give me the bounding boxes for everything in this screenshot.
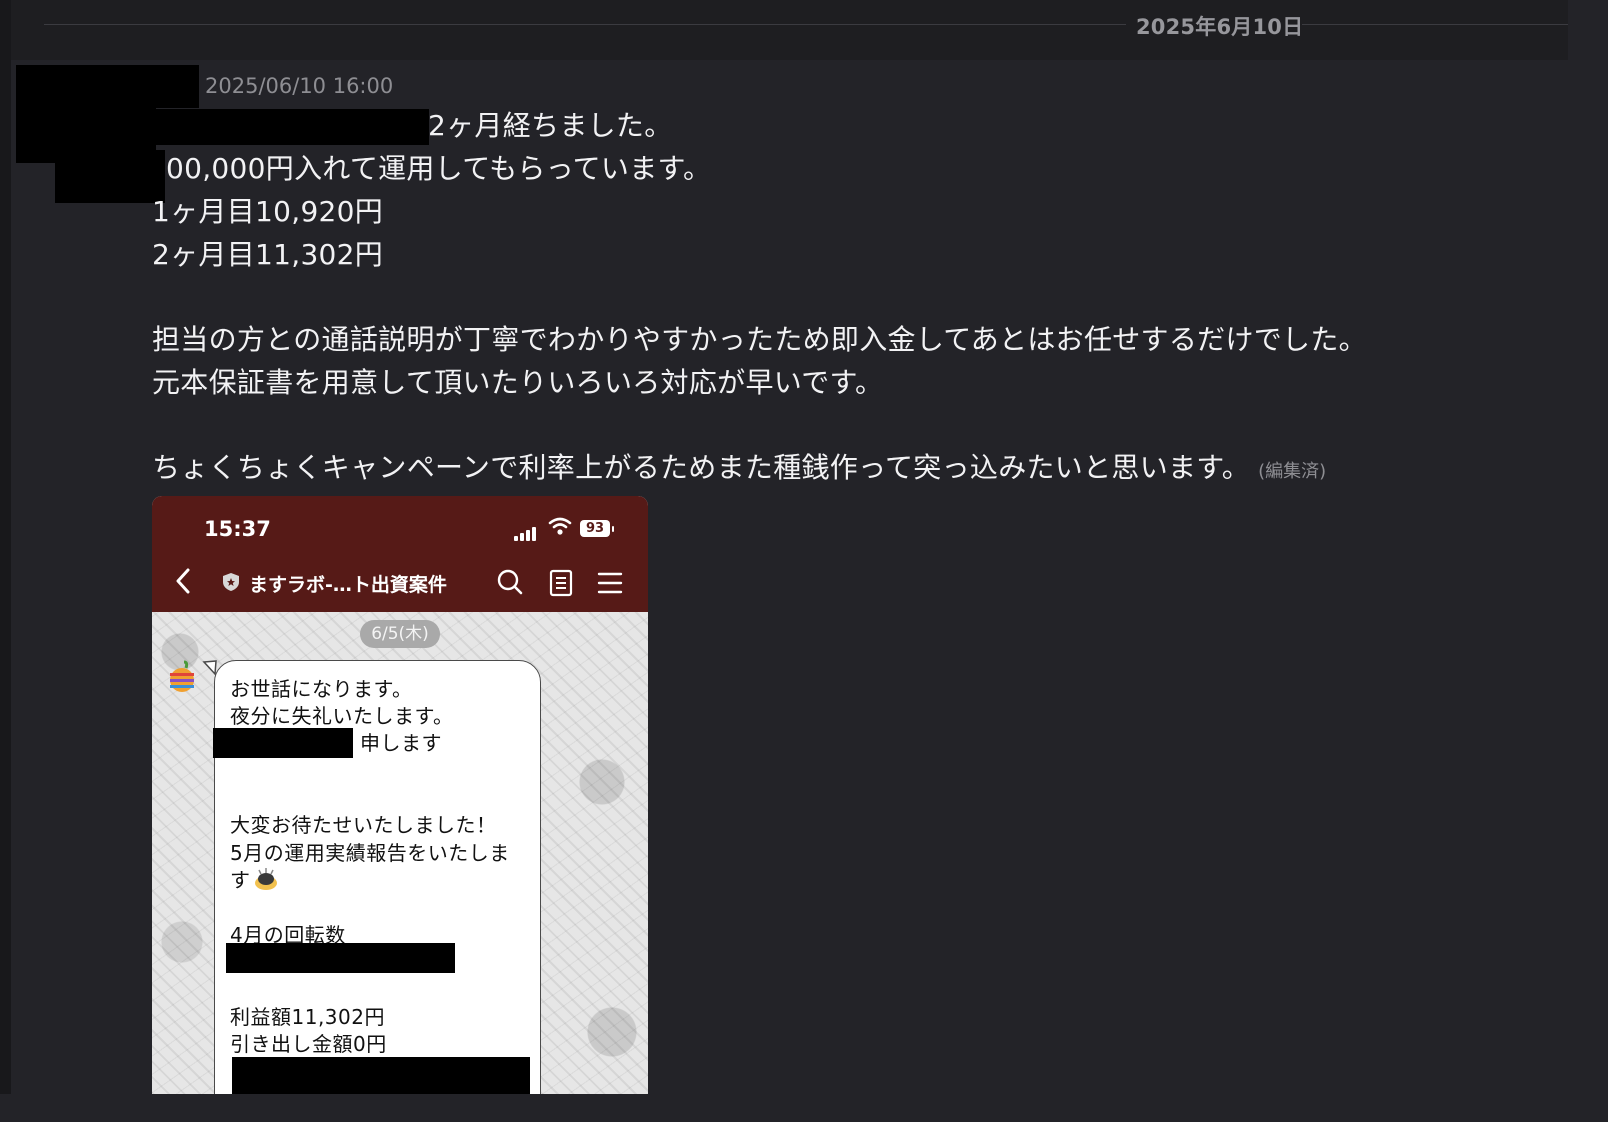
bubble-line-6: す [230,864,279,893]
date-separator-band [11,0,1568,60]
battery-tip [612,526,614,532]
message-line-3: 1ヶ月目10,920円 [152,195,384,228]
redacted-sender-name [213,728,353,758]
chat-title: ますラボ-…ト出資案件 [249,574,447,596]
bubble-line-2: 夜分に失礼いたします。 [230,704,454,728]
menu-icon[interactable] [597,571,623,595]
bubble-line-8: 利益額11,302円 [230,1005,385,1029]
edited-label: (編集済) [1258,461,1327,482]
date-divider-right [1302,24,1568,25]
chat-date-pill: 6/5(木) [360,620,440,648]
attachment-image[interactable]: 15:37 93 ますラボ-…ト出資案件 6/5(木) お世話になります。 夜分… [152,496,648,1094]
redacted-text-2 [55,150,165,203]
left-sidebar-edge [0,0,11,1094]
date-separator-label: 2025年6月10日 [1136,15,1304,39]
bubble-line-4: 大変お待たせいたしました！ [230,813,497,837]
date-divider-left [44,24,1126,25]
redacted-balance [232,1057,530,1094]
status-time: 15:37 [204,517,271,541]
message-timestamp: 2025/06/10 16:00 [205,74,394,98]
message-line-2: 00,000円入れて運用してもらっています。 [166,152,712,185]
wifi-icon [548,517,572,535]
battery-icon: 93 [580,520,610,537]
message-line-7-text: ちょくちょくキャンペーンで利率上がるためまた種銭作って突っ込みたいと思います。 [152,451,1251,484]
message-line-4: 2ヶ月目11,302円 [152,238,384,271]
apple-avatar-icon [170,660,194,692]
message-line-6: 元本保証書を用意して頂いたりいろいろ対応が早いです。 [152,366,884,399]
message-line-5: 担当の方との通話説明が丁寧でわかりやすかったため即入金してあとはお任せするだけで… [152,323,1367,356]
bowing-emoji-icon [254,868,277,890]
bubble-line-5: 5月の運用実績報告をいたしま [230,841,510,865]
signal-icon [514,522,538,541]
bubble-line-9: 引き出し金額0円 [230,1032,387,1056]
bubble-line-6-text: す [230,868,251,892]
back-chevron-icon[interactable] [174,568,192,594]
bubble-line-3: 申します [360,731,442,755]
shield-icon [223,573,239,591]
message-line-1: 2ヶ月経ちました。 [428,109,673,142]
redacted-rotation-count [226,943,455,973]
redacted-text-1 [155,109,429,145]
notes-icon[interactable] [549,569,573,597]
bubble-line-1: お世話になります。 [230,677,413,701]
message-line-7: ちょくちょくキャンペーンで利率上がるためまた種銭作って突っ込みたいと思います。 (… [152,450,1326,490]
search-icon[interactable] [496,568,524,596]
